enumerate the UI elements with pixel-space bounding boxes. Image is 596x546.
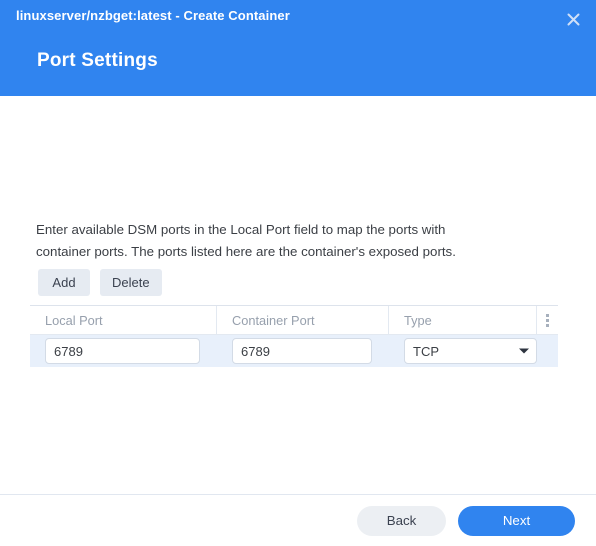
dialog-body: Enter available DSM ports in the Local P…: [0, 96, 596, 546]
page-title: Port Settings: [37, 50, 158, 71]
description-line-2: container ports. The ports listed here a…: [36, 244, 456, 259]
type-select-wrapper: TCPUDP: [404, 338, 537, 364]
description-line-1: Enter available DSM ports in the Local P…: [36, 222, 446, 237]
kebab-menu-icon[interactable]: [537, 306, 558, 334]
local-port-input[interactable]: [45, 338, 200, 364]
title-bar: linuxserver/nzbget:latest - Create Conta…: [0, 0, 596, 36]
column-header-container-port: Container Port: [217, 306, 389, 334]
kebab-dots: [546, 313, 549, 327]
next-button[interactable]: Next: [458, 505, 575, 536]
table-toolbar: Add Delete: [38, 269, 162, 296]
delete-button[interactable]: Delete: [100, 269, 162, 296]
column-header-local-port: Local Port: [30, 306, 217, 334]
type-select[interactable]: TCPUDP: [404, 338, 537, 364]
container-port-input[interactable]: [232, 338, 372, 364]
close-icon[interactable]: [561, 7, 585, 31]
cell-row-menu: [537, 335, 558, 367]
add-button[interactable]: Add: [38, 269, 90, 296]
port-settings-table: Local Port Container Port Type 6789 6789…: [30, 305, 558, 367]
create-container-dialog: linuxserver/nzbget:latest - Create Conta…: [0, 0, 596, 546]
cell-container-port: [217, 335, 389, 367]
description-text: Enter available DSM ports in the Local P…: [36, 219, 526, 263]
column-header-type: Type: [389, 306, 537, 334]
dialog-footer: Back Next: [0, 494, 596, 546]
back-button[interactable]: Back: [357, 505, 446, 536]
dialog-header: linuxserver/nzbget:latest - Create Conta…: [0, 0, 596, 96]
table-row[interactable]: TCPUDP: [30, 335, 558, 367]
cell-local-port: [30, 335, 217, 367]
table-header-row: Local Port Container Port Type: [30, 306, 558, 335]
cell-type: TCPUDP: [389, 335, 537, 367]
window-title: linuxserver/nzbget:latest - Create Conta…: [16, 8, 290, 23]
